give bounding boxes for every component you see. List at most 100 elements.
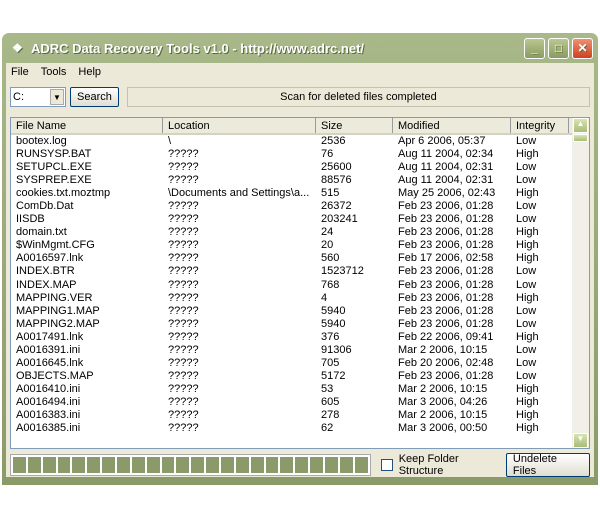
window-title: ADRC Data Recovery Tools v1.0 - http://w… [31,40,365,56]
cell-file-name: A0016410.ini [16,382,81,395]
cell-integrity: Low [516,317,537,330]
menu-tools[interactable]: Tools [41,66,67,80]
cell-modified: Mar 2 2006, 10:15 [398,382,488,395]
progress-block [13,457,26,473]
progress-block [280,457,294,473]
cell-size: 5940 [321,317,346,330]
table-row[interactable]: A0016410.ini????? 53 Mar 2 2006, 10:15 High [11,383,589,396]
table-row[interactable]: OBJECTS.MAP????? 5172 Feb 23 2006, 01:28 Lo… [11,370,589,383]
column-header-integrity[interactable]: Integrity [511,118,569,133]
cell-integrity: High [516,239,539,252]
minimize-button[interactable]: _ [524,37,545,59]
cell-modified: Aug 11 2004, 02:31 [398,161,494,174]
cell-file-name: domain.txt [16,226,67,239]
chevron-down-icon[interactable]: ▼ [50,89,64,105]
column-header-modified[interactable]: Modified [393,118,511,133]
cell-integrity: Low [516,369,537,382]
progress-block [87,457,101,473]
cell-file-name: A0017491.lnk [16,330,84,343]
cell-size: 53 [321,382,334,395]
table-row[interactable]: A0017491.lnk????? 376 Feb 22 2006, 09:41 Hi… [11,331,589,344]
cell-modified: Feb 23 2006, 01:28 [398,200,494,213]
cell-location: ????? [168,265,199,278]
cell-file-name: $WinMgmt.CFG [16,239,95,252]
table-row[interactable]: MAPPING2.MAP????? 5940 Feb 23 2006, 01:28 L… [11,318,589,331]
cell-size: 560 [321,252,340,265]
table-row[interactable]: domain.txt????? 24 Feb 23 2006, 01:28 High [11,226,589,239]
cell-file-name: A0016645.lnk [16,356,84,369]
scroll-thumb[interactable] [573,134,588,142]
column-header-file-name[interactable]: File Name [11,118,163,133]
table-row[interactable]: A0016385.ini????? 62 Mar 3 2006, 00:50 High [11,422,589,435]
drive-value: C: [13,91,24,103]
progress-block [176,457,190,473]
table-row[interactable]: A0016383.ini????? 278 Mar 2 2006, 10:15 Hig… [11,409,589,422]
progress-block [117,457,130,473]
menu-help[interactable]: Help [78,66,101,80]
cell-integrity: Low [516,161,537,174]
cell-modified: Feb 23 2006, 01:28 [398,317,494,330]
cell-size: 5172 [321,369,346,382]
progress-block [191,457,205,473]
cell-integrity: High [516,395,539,408]
cell-integrity: Low [516,356,537,369]
table-row[interactable]: INDEX.MAP????? 768 Feb 23 2006, 01:28 Low [11,279,589,292]
cell-file-name: A0016494.ini [16,395,81,408]
cell-file-name: A0016597.lnk [16,252,84,265]
scroll-down-icon[interactable]: ▼ [573,433,588,448]
table-row[interactable]: A0016494.ini????? 605 Mar 3 2006, 04:26 Hig… [11,396,589,409]
cell-file-name: MAPPING.VER [16,291,93,304]
table-row[interactable]: SYSPREP.EXE????? 88576 Aug 11 2004, 02:31 L… [11,174,589,187]
cell-integrity: Low [516,304,537,317]
progress-block [131,457,145,473]
table-row[interactable]: A0016645.lnk????? 705 Feb 20 2006, 02:48 Lo… [11,357,589,370]
cell-file-name: cookies.txt.moztmp [16,187,111,200]
cell-integrity: Low [516,278,537,291]
scroll-up-icon[interactable]: ▲ [573,118,588,133]
table-row[interactable]: MAPPING.VER????? 4 Feb 23 2006, 01:28 High [11,292,589,305]
cell-integrity: Low [516,174,537,187]
cell-location: ????? [168,356,199,369]
checkbox-box[interactable] [380,459,393,471]
table-row[interactable]: SETUPCL.EXE????? 25600 Aug 11 2004, 02:31 L… [11,161,589,174]
table-row[interactable]: A0016597.lnk????? 560 Feb 17 2006, 02:58 Hi… [11,252,589,265]
table-row[interactable]: cookies.txt.moztmp \Documents and Setting… [11,187,589,200]
undelete-files-button[interactable]: Undelete Files [505,453,590,477]
cell-modified: Feb 23 2006, 01:28 [398,291,494,304]
cell-file-name: A0016385.ini [16,422,81,435]
vertical-scrollbar[interactable]: ▲ ▼ [572,118,589,448]
table-row[interactable]: MAPPING1.MAP????? 5940 Feb 23 2006, 01:28 L… [11,305,589,318]
cell-location: ????? [168,369,199,382]
table-row[interactable]: IISDB????? 203241 Feb 23 2006, 01:28 Low [11,213,589,226]
table-row[interactable]: bootex.log \ 2536 Apr 6 2006, 05:37 Low [11,135,589,148]
cell-integrity: High [516,408,539,421]
cell-integrity: High [516,330,539,343]
cell-size: 20 [321,239,334,252]
cell-size: 76 [321,148,334,161]
table-row[interactable]: INDEX.BTR????? 1523712 Feb 23 2006, 01:28 L… [11,265,589,278]
cell-file-name: RUNSYSP.BAT [16,148,92,161]
column-header-size[interactable]: Size [316,118,393,133]
drive-select[interactable]: C: ▼ [10,87,66,107]
table-row[interactable]: $WinMgmt.CFG????? 20 Feb 23 2006, 01:28 Hig… [11,239,589,252]
cell-file-name: SETUPCL.EXE [16,161,92,174]
title-bar[interactable]: ❖ ADRC Data Recovery Tools v1.0 - http:/… [6,33,594,63]
table-row[interactable]: RUNSYSP.BAT????? 76 Aug 11 2004, 02:34 High [11,148,589,161]
menu-file[interactable]: File [11,66,29,80]
progress-block [265,457,279,473]
cell-modified: Aug 11 2004, 02:31 [398,174,494,187]
table-row[interactable]: A0016391.ini????? 91306 Mar 2 2006, 10:15 L… [11,344,589,357]
progress-block [295,457,309,473]
close-button[interactable]: ✕ [572,37,593,59]
keep-folder-checkbox[interactable]: Keep Folder Structure [380,453,506,477]
cell-location: ????? [168,291,199,304]
maximize-button[interactable]: □ [548,37,569,59]
cell-size: 91306 [321,343,352,356]
cell-location: ????? [168,278,199,291]
table-row[interactable]: ComDb.Dat????? 26372 Feb 23 2006, 01:28 Low [11,200,589,213]
progress-block [42,457,56,473]
column-header-location[interactable]: Location [163,118,316,133]
file-list[interactable]: File Name Location Size Modified Integri… [10,117,590,449]
cell-size: 5940 [321,304,346,317]
search-button[interactable]: Search [70,87,119,107]
